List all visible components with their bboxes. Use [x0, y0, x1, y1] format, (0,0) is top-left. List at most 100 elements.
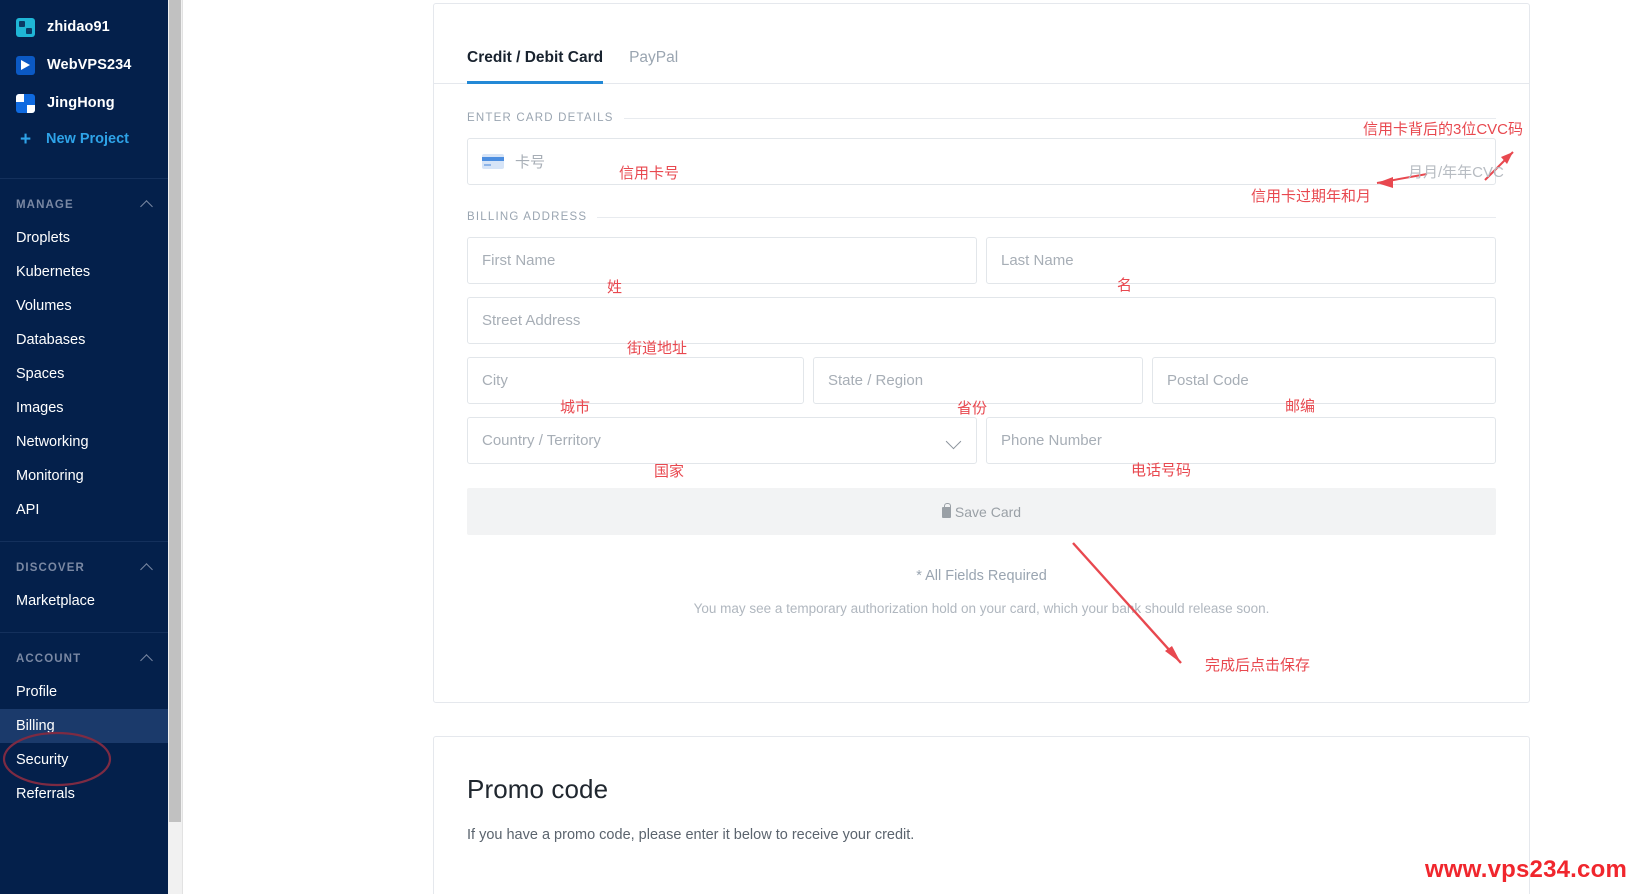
promo-code-description: If you have a promo code, please enter i…	[467, 827, 915, 843]
chevron-down-icon	[945, 433, 962, 450]
enter-card-details-legend: ENTER CARD DETAILS	[467, 112, 1496, 124]
card-number-input[interactable]: 卡号	[467, 138, 1496, 185]
street-address-placeholder: Street Address	[482, 312, 581, 329]
sidebar-scrollbar-thumb[interactable]	[169, 0, 181, 822]
watermark: www.vps234.com	[1425, 856, 1627, 883]
sidebar-item-label: Spaces	[16, 366, 65, 382]
payment-tabs: Credit / Debit Card PayPal	[434, 4, 1529, 84]
sidebar-group-title: MANAGE	[16, 199, 74, 211]
credit-card-icon	[482, 154, 504, 169]
legend-rule	[623, 117, 1496, 119]
first-name-placeholder: First Name	[482, 252, 556, 269]
promo-code-panel: Promo code If you have a promo code, ple…	[433, 736, 1530, 894]
sidebar-item-label: Marketplace	[16, 593, 95, 609]
sidebar-item-label: Monitoring	[16, 468, 84, 484]
state-region-placeholder: State / Region	[828, 372, 924, 389]
sidebar-item-label: Images	[16, 400, 64, 416]
first-name-input[interactable]: First Name	[467, 237, 977, 284]
postal-code-placeholder: Postal Code	[1167, 372, 1249, 389]
tab-label: PayPal	[629, 49, 679, 66]
chevron-up-icon	[140, 200, 153, 213]
project-list: zhidao91 WebVPS234 JingHong + New Projec…	[0, 0, 168, 162]
card-number-placeholder: 卡号	[515, 154, 546, 171]
sidebar-item-label: Profile	[16, 684, 58, 700]
sidebar-item-label: Volumes	[16, 298, 72, 314]
webvps-project-icon	[16, 55, 35, 75]
sidebar-item-kubernetes[interactable]: Kubernetes	[0, 255, 168, 289]
sidebar-item-monitoring[interactable]: Monitoring	[0, 459, 168, 493]
sidebar: zhidao91 WebVPS234 JingHong + New Projec…	[0, 0, 168, 894]
fieldset-title: BILLING ADDRESS	[467, 211, 588, 223]
fieldset-title: ENTER CARD DETAILS	[467, 112, 614, 124]
sidebar-group-discover[interactable]: DISCOVER	[0, 542, 168, 584]
state-region-input[interactable]: State / Region	[813, 357, 1143, 404]
tab-credit-debit-card[interactable]: Credit / Debit Card	[467, 49, 604, 84]
sidebar-item-volumes[interactable]: Volumes	[0, 289, 168, 323]
chevron-up-icon	[140, 563, 153, 576]
project-name: zhidao91	[47, 19, 110, 35]
card-form: ENTER CARD DETAILS 卡号 BILLING ADDRESS Fi…	[434, 84, 1529, 616]
new-project-button[interactable]: + New Project	[0, 122, 168, 156]
jinghong-project-icon	[16, 93, 35, 113]
sidebar-project-zhidao91[interactable]: zhidao91	[0, 8, 168, 46]
sidebar-item-images[interactable]: Images	[0, 391, 168, 425]
payment-method-panel: Credit / Debit Card PayPal ENTER CARD DE…	[433, 3, 1530, 703]
country-phone-row: Country / Territory Phone Number	[467, 417, 1496, 464]
expiry-cvc-placeholder: 月月/年年CVC	[1408, 164, 1504, 181]
sidebar-item-databases[interactable]: Databases	[0, 323, 168, 357]
country-territory-select[interactable]: Country / Territory	[467, 417, 977, 464]
sidebar-item-billing[interactable]: Billing	[0, 709, 168, 743]
sidebar-group-account[interactable]: ACCOUNT	[0, 633, 168, 675]
promo-code-title: Promo code	[467, 774, 609, 804]
country-territory-placeholder: Country / Territory	[482, 432, 601, 449]
project-name: WebVPS234	[47, 57, 132, 73]
tab-paypal[interactable]: PayPal	[629, 49, 678, 84]
sidebar-group-title: ACCOUNT	[16, 653, 82, 665]
sidebar-item-label: API	[16, 502, 40, 518]
authorization-hold-note: You may see a temporary authorization ho…	[693, 601, 1270, 616]
legend-rule	[597, 216, 1496, 218]
street-address-input[interactable]: Street Address	[467, 297, 1496, 344]
sidebar-project-webvps234[interactable]: WebVPS234	[0, 46, 168, 84]
sidebar-item-networking[interactable]: Networking	[0, 425, 168, 459]
chevron-up-icon	[140, 654, 153, 667]
sidebar-item-droplets[interactable]: Droplets	[0, 221, 168, 255]
sidebar-item-label: Networking	[16, 434, 89, 450]
app-root: zhidao91 WebVPS234 JingHong + New Projec…	[0, 0, 1645, 894]
billing-address-legend: BILLING ADDRESS	[467, 211, 1496, 223]
phone-number-input[interactable]: Phone Number	[986, 417, 1496, 464]
name-row: First Name Last Name	[467, 237, 1496, 284]
postal-code-input[interactable]: Postal Code	[1152, 357, 1496, 404]
last-name-placeholder: Last Name	[1001, 252, 1074, 269]
sidebar-project-jinghong[interactable]: JingHong	[0, 84, 168, 122]
sidebar-item-spaces[interactable]: Spaces	[0, 357, 168, 391]
city-state-postal-row: City State / Region Postal Code	[467, 357, 1496, 404]
sidebar-item-label: Kubernetes	[16, 264, 91, 280]
city-placeholder: City	[482, 372, 508, 389]
sidebar-item-label: Databases	[16, 332, 86, 348]
lock-icon	[941, 503, 951, 518]
phone-number-placeholder: Phone Number	[1001, 432, 1102, 449]
sidebar-item-marketplace[interactable]: Marketplace	[0, 584, 168, 618]
sidebar-item-label: Referrals	[16, 786, 75, 802]
sidebar-item-label: Droplets	[16, 230, 70, 246]
new-project-label: New Project	[46, 131, 129, 147]
last-name-input[interactable]: Last Name	[986, 237, 1496, 284]
plus-icon: +	[19, 128, 32, 150]
all-fields-required-note: * All Fields Required	[916, 568, 1047, 584]
sidebar-item-referrals[interactable]: Referrals	[0, 777, 168, 811]
sidebar-item-profile[interactable]: Profile	[0, 675, 168, 709]
sidebar-group-manage[interactable]: MANAGE	[0, 179, 168, 221]
city-input[interactable]: City	[467, 357, 804, 404]
sidebar-group-title: DISCOVER	[16, 562, 85, 574]
sidebar-item-label: Billing	[16, 718, 55, 734]
sidebar-item-security[interactable]: Security	[0, 743, 168, 777]
save-card-label: Save Card	[954, 503, 1022, 520]
project-name: JingHong	[47, 95, 115, 111]
save-card-button[interactable]: Save Card	[467, 488, 1496, 535]
sidebar-item-api[interactable]: API	[0, 493, 168, 527]
tab-label: Credit / Debit Card	[467, 49, 604, 66]
sidebar-item-label: Security	[16, 752, 69, 768]
street-row: Street Address	[467, 297, 1496, 344]
main-content: Credit / Debit Card PayPal ENTER CARD DE…	[184, 0, 1645, 894]
